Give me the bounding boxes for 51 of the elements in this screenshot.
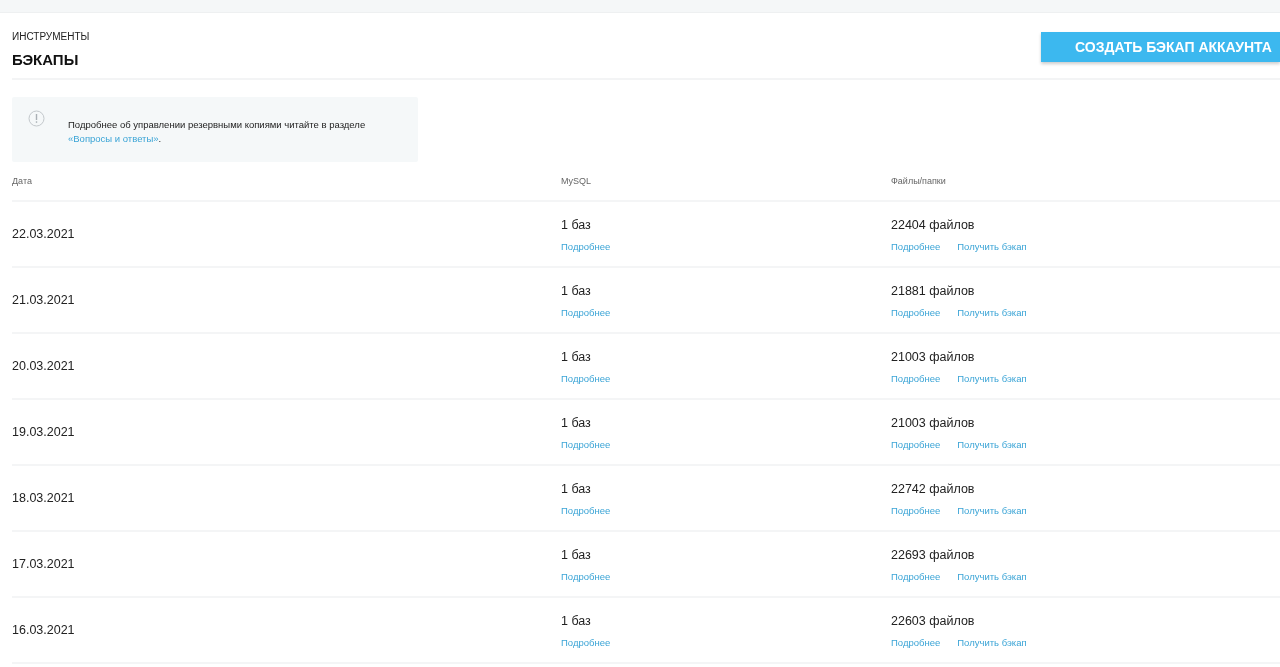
details-link[interactable]: Подробнее — [891, 241, 941, 252]
date-cell-text: 18.03.2021 — [12, 491, 76, 505]
details-link[interactable]: Подробнее — [561, 373, 611, 384]
file-count: 22693 файлов — [891, 548, 976, 562]
file-count: 22404 файлов — [891, 218, 976, 232]
exclamation-icon — [28, 110, 45, 127]
details-link[interactable]: Подробнее — [891, 439, 941, 450]
get-backup-link[interactable]: Получить бэкап — [957, 505, 1027, 516]
info-text: Подробнее об управлении резервными копиями читайте в разделе «Вопросы и ответы». — [68, 118, 367, 146]
column-header: MySQL — [561, 176, 592, 186]
date-cell-text: 16.03.2021 — [12, 623, 76, 637]
details-link[interactable]: Подробнее — [561, 241, 611, 252]
file-count: 22742 файлов — [891, 482, 976, 496]
date-cell-text: 21.03.2021 — [12, 293, 76, 307]
database-count: 1 баз — [561, 482, 592, 496]
date-cell-text: 22.03.2021 — [12, 227, 76, 241]
faq-link[interactable]: «Вопросы и ответы» — [68, 133, 159, 144]
get-backup-link[interactable]: Получить бэкап — [957, 637, 1027, 648]
date-cell-text: 17.03.2021 — [12, 557, 76, 571]
get-backup-link[interactable]: Получить бэкап — [957, 439, 1027, 450]
details-link[interactable]: Подробнее — [891, 307, 941, 318]
database-count: 1 баз — [561, 548, 592, 562]
details-link[interactable]: Подробнее — [561, 505, 611, 516]
get-backup-link[interactable]: Получить бэкап — [957, 571, 1027, 582]
column-header: Дата — [12, 176, 33, 186]
details-link[interactable]: Подробнее — [561, 637, 611, 648]
details-link[interactable]: Подробнее — [561, 439, 611, 450]
column-header: Файлы/папки — [891, 176, 947, 186]
get-backup-link[interactable]: Получить бэкап — [957, 241, 1027, 252]
database-count: 1 баз — [561, 350, 592, 364]
file-count: 21003 файлов — [891, 350, 976, 364]
page-title: БЭКАПЫ — [12, 51, 80, 68]
details-link[interactable]: Подробнее — [891, 505, 941, 516]
database-count: 1 баз — [561, 284, 592, 298]
file-count: 21003 файлов — [891, 416, 976, 430]
details-link[interactable]: Подробнее — [561, 571, 611, 582]
database-count: 1 баз — [561, 218, 592, 232]
database-count: 1 баз — [561, 416, 592, 430]
date-cell-text: 20.03.2021 — [12, 359, 76, 373]
details-link[interactable]: Подробнее — [561, 307, 611, 318]
get-backup-link[interactable]: Получить бэкап — [957, 307, 1027, 318]
create-backup-button[interactable]: СОЗДАТЬ БЭКАП АККАУНТА — [1041, 32, 1280, 62]
file-count: 21881 файлов — [891, 284, 976, 298]
get-backup-link[interactable]: Получить бэкап — [957, 373, 1027, 384]
date-cell-text: 19.03.2021 — [12, 425, 76, 439]
details-link[interactable]: Подробнее — [891, 373, 941, 384]
details-link[interactable]: Подробнее — [891, 571, 941, 582]
details-link[interactable]: Подробнее — [891, 637, 941, 648]
file-count: 22603 файлов — [891, 614, 976, 628]
database-count: 1 баз — [561, 614, 592, 628]
section-label: ИНСТРУМЕНТЫ — [12, 31, 90, 42]
